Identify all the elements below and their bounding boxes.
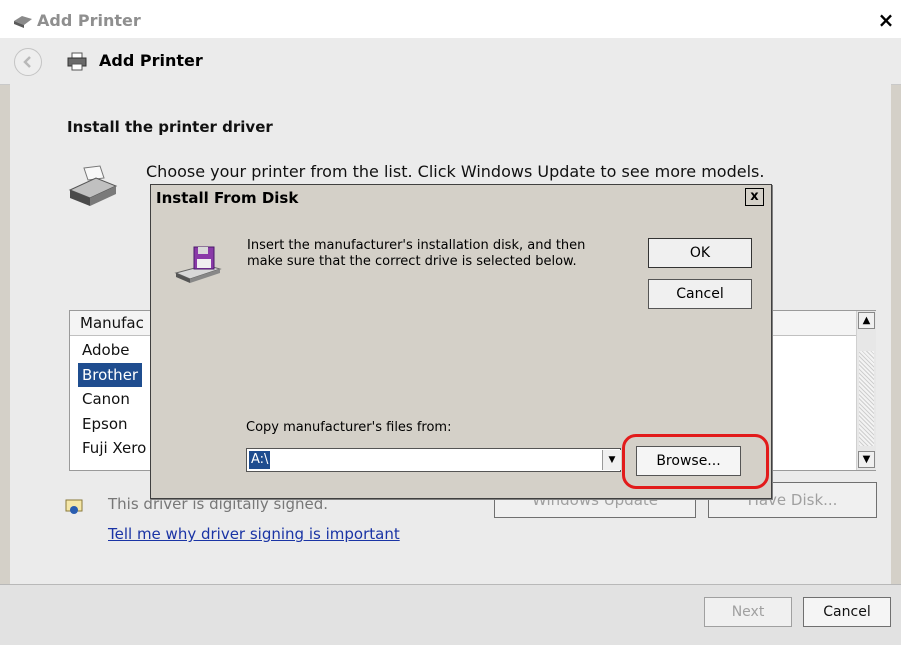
back-arrow-icon bbox=[23, 56, 31, 68]
list-item[interactable]: Brother bbox=[78, 363, 143, 387]
list-item[interactable]: Adobe bbox=[78, 338, 133, 362]
dialog-title: Install From Disk bbox=[156, 189, 299, 207]
dialog-message: Insert the manufacturer's installation d… bbox=[247, 238, 627, 270]
ok-button[interactable]: OK bbox=[648, 238, 752, 268]
driver-signing-link[interactable]: Tell me why driver signing is important bbox=[108, 525, 400, 543]
floppy-disk-icon bbox=[174, 246, 222, 283]
list-item[interactable]: Fuji Xero bbox=[78, 436, 150, 460]
annotation-highlight-ring bbox=[622, 434, 769, 489]
next-button[interactable]: Next bbox=[704, 597, 792, 627]
manufacturer-header-label: Manufac bbox=[80, 314, 144, 332]
copy-from-label: Copy manufacturer's files from: bbox=[246, 420, 452, 435]
back-button[interactable] bbox=[14, 48, 42, 76]
chevron-down-icon[interactable]: ▼ bbox=[602, 450, 621, 470]
window-title: Add Printer bbox=[37, 11, 141, 30]
scroll-down-icon[interactable]: ▼ bbox=[858, 451, 875, 468]
dialog-message-line: Insert the manufacturer's installation d… bbox=[247, 238, 586, 253]
copy-from-value[interactable]: A:\ bbox=[249, 451, 271, 469]
header-title: Add Printer bbox=[99, 51, 203, 70]
list-item[interactable]: Canon bbox=[78, 387, 134, 411]
printer-icon bbox=[14, 16, 32, 28]
close-icon[interactable]: x bbox=[745, 188, 764, 206]
dialog-cancel-button[interactable]: Cancel bbox=[648, 279, 752, 309]
copy-from-combobox[interactable]: A:\ ▼ bbox=[246, 448, 621, 472]
list-item[interactable]: Epson bbox=[78, 412, 132, 436]
printer-icon bbox=[67, 52, 87, 71]
close-icon[interactable]: × bbox=[876, 10, 896, 30]
cancel-button[interactable]: Cancel bbox=[803, 597, 891, 627]
dialog-message-line: make sure that the correct drive is sele… bbox=[247, 254, 577, 269]
title-bar: Add Printer × bbox=[0, 0, 901, 38]
section-title: Install the printer driver bbox=[67, 118, 273, 136]
vertical-scrollbar[interactable]: ▲ ▼ bbox=[856, 311, 876, 470]
dialog-title-bar: Install From Disk x bbox=[151, 185, 771, 210]
add-printer-window: Add Printer × Add Printer Install the pr… bbox=[0, 0, 901, 645]
shield-icon bbox=[65, 499, 83, 514]
scroll-up-icon[interactable]: ▲ bbox=[858, 312, 875, 329]
header-bar: Add Printer bbox=[0, 38, 901, 85]
scroll-thumb[interactable] bbox=[859, 351, 874, 446]
printer-icon bbox=[68, 165, 118, 206]
instruction-text: Choose your printer from the list. Click… bbox=[146, 162, 765, 181]
